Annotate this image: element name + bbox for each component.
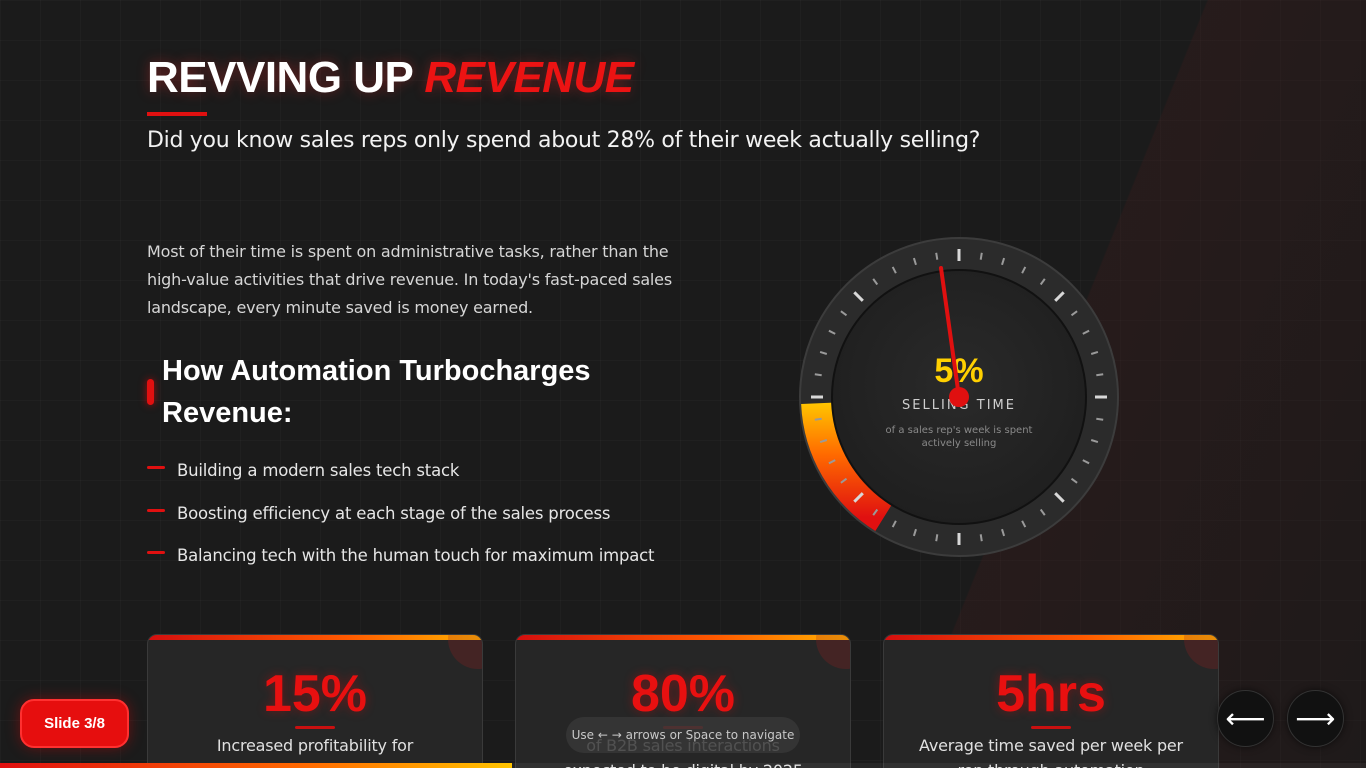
slide-indicator: Slide 3/8 [20,699,129,748]
bullet-dash [147,466,165,469]
stat-value: 15% [262,665,368,723]
next-slide-button[interactable]: ⟶ [1287,690,1344,747]
arrow-left-icon: ⟵ [1225,702,1266,735]
list-item: Boosting efficiency at each stage of the… [147,498,654,541]
bullet-dash [147,551,165,554]
bullet-text: Balancing tech with the human touch for … [177,546,655,565]
slide-title-main: REVVING UP [147,53,413,102]
navigation-hint: Use ← → arrows or Space to navigate [566,717,800,753]
stat-card-time-saved: 5hrs Average time saved per week per rep… [883,634,1219,768]
gauge-tick [979,252,983,260]
bullet-text: Building a modern sales tech stack [177,461,460,480]
gauge-tick [979,534,983,542]
stat-description: Average time saved per week per [919,736,1183,755]
slide-subtitle: Did you know sales reps only spend about… [147,128,981,153]
slide-title: REVVING UP REVENUE [147,50,634,106]
list-item: Building a modern sales tech stack [147,455,654,498]
slide-progress-fill [0,763,513,768]
section-accent-bar [147,379,154,405]
stat-separator [1031,726,1071,729]
list-item: Balancing tech with the human touch for … [147,540,654,583]
intro-paragraph: Most of their time is spent on administr… [147,242,672,317]
stat-card-topbar [884,635,1218,640]
stat-separator [295,726,335,729]
bullet-list: Building a modern sales tech stack Boost… [147,455,654,583]
gauge-tick [1096,373,1104,377]
stat-card-profitability: 15% Increased profitability for [147,634,483,768]
stat-card-topbar [516,635,850,640]
bullet-dash [147,508,165,512]
stat-value: 5hrs [996,665,1106,723]
gauge-tick [814,373,822,377]
gauge-needle-hub [949,387,969,407]
selling-time-gauge: 5% SELLING TIME of a sales rep's week is… [798,236,1120,558]
title-underline [147,112,207,116]
gauge-tick [935,534,939,542]
stat-card-topbar [148,635,482,640]
gauge-caption-line1: of a sales rep's week is spent [886,425,1033,436]
gauge-svg: 5% SELLING TIME of a sales rep's week is… [799,237,1119,557]
slide-progress-bar [0,763,1366,768]
gauge-tick [814,417,822,421]
slide-title-accent: REVENUE [424,53,634,102]
previous-slide-button[interactable]: ⟵ [1217,690,1274,747]
stat-description: Increased profitability for [216,736,414,755]
bullet-text: Boosting efficiency at each stage of the… [177,503,611,523]
arrow-right-icon: ⟶ [1295,702,1336,735]
section-heading: How Automation Turbocharges Revenue: [162,355,591,429]
gauge-tick [935,252,939,260]
gauge-tick [1096,417,1104,421]
gauge-caption-line2: actively selling [922,438,997,449]
